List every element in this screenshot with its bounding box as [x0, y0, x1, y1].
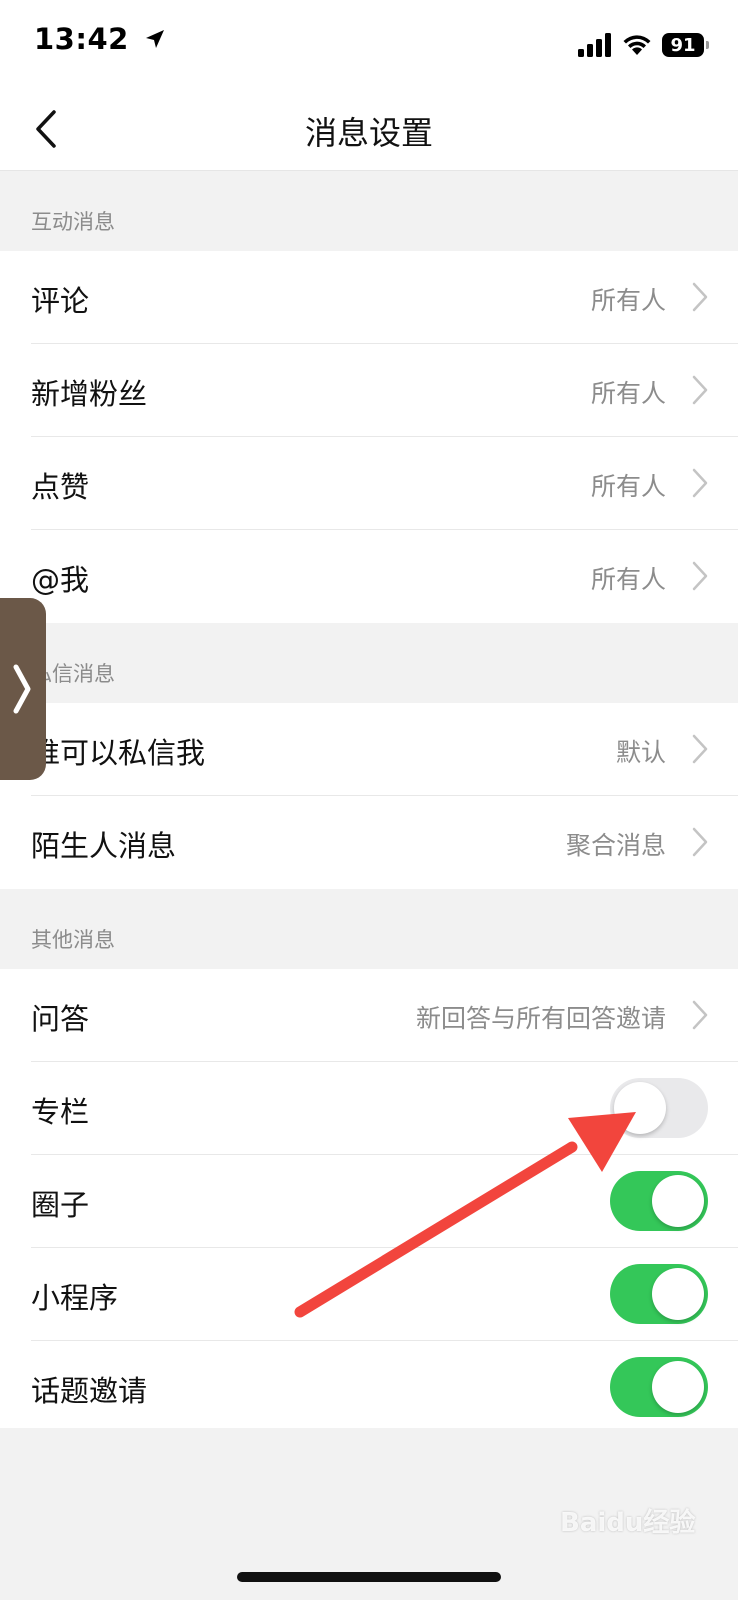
row-label: 陌生人消息 — [31, 829, 177, 863]
chevron-right-icon — [13, 664, 31, 714]
mini-program-toggle[interactable] — [610, 1264, 708, 1324]
row-mentions[interactable]: @我 所有人 — [0, 530, 738, 623]
row-value: 默认 — [615, 738, 666, 767]
toggle-knob — [652, 1361, 704, 1413]
row-label: 圈子 — [31, 1188, 90, 1222]
row-topic-invite: 话题邀请 — [0, 1341, 738, 1434]
section-title: 其他消息 — [31, 928, 115, 952]
chevron-right-icon — [692, 1000, 708, 1030]
toggle-knob — [652, 1268, 704, 1320]
row-value: 所有人 — [590, 286, 666, 315]
signal-icon — [578, 33, 611, 57]
status-icons: 91 — [578, 28, 709, 62]
row-label: @我 — [31, 563, 90, 597]
row-label: 话题邀请 — [31, 1374, 148, 1408]
row-circle: 圈子 — [0, 1155, 738, 1248]
chevron-right-icon — [692, 561, 708, 591]
row-comments[interactable]: 评论 所有人 — [0, 251, 738, 344]
group-interaction: 评论 所有人 新增粉丝 所有人 点赞 所有人 @我 所有人 — [0, 251, 738, 623]
row-likes[interactable]: 点赞 所有人 — [0, 437, 738, 530]
row-value: 所有人 — [590, 472, 666, 501]
row-label: 问答 — [31, 1002, 90, 1036]
row-label: 小程序 — [31, 1281, 119, 1315]
row-label: 点赞 — [31, 470, 90, 504]
page-title: 消息设置 — [304, 114, 433, 152]
row-value: 聚合消息 — [565, 831, 666, 860]
row-stranger-messages[interactable]: 陌生人消息 聚合消息 — [0, 796, 738, 889]
nav-bar: 消息设置 — [0, 88, 738, 171]
battery-level: 91 — [670, 34, 696, 56]
location-arrow-icon — [146, 30, 165, 48]
row-label: 谁可以私信我 — [31, 736, 206, 770]
battery-icon: 91 — [662, 33, 709, 57]
status-time-text: 13:42 — [34, 22, 129, 56]
row-column: 专栏 — [0, 1062, 738, 1155]
row-label: 评论 — [31, 284, 90, 318]
wifi-icon — [623, 35, 651, 55]
row-value: 所有人 — [590, 379, 666, 408]
status-time: 13:42 — [34, 22, 167, 56]
row-label: 专栏 — [31, 1095, 90, 1129]
topic-invite-toggle[interactable] — [610, 1357, 708, 1417]
row-qa[interactable]: 问答 新回答与所有回答邀请 — [0, 969, 738, 1062]
chevron-right-icon — [692, 375, 708, 405]
section-title: 互动消息 — [31, 210, 115, 234]
group-private: 谁可以私信我 默认 陌生人消息 聚合消息 — [0, 703, 738, 889]
row-mini-program: 小程序 — [0, 1248, 738, 1341]
circle-toggle[interactable] — [610, 1171, 708, 1231]
column-toggle[interactable] — [610, 1078, 708, 1138]
section-header-interaction: 互动消息 — [0, 171, 738, 251]
row-value: 新回答与所有回答邀请 — [415, 1004, 666, 1033]
group-other: 问答 新回答与所有回答邀请 专栏 圈子 小程序 话题邀请 — [0, 969, 738, 1434]
row-value: 所有人 — [590, 565, 666, 594]
section-header-other: 其他消息 — [0, 889, 738, 969]
toggle-knob — [652, 1175, 704, 1227]
row-label: 新增粉丝 — [31, 377, 148, 411]
chevron-right-icon — [692, 827, 708, 857]
section-header-private: 私信消息 — [0, 623, 738, 703]
home-indicator[interactable] — [237, 1572, 501, 1582]
chevron-right-icon — [692, 282, 708, 312]
chevron-right-icon — [692, 734, 708, 764]
status-bar: 13:42 91 — [0, 0, 738, 88]
baidu-watermark: Baidu经验 — [560, 1508, 696, 1538]
toggle-knob — [614, 1082, 666, 1134]
row-who-can-message[interactable]: 谁可以私信我 默认 — [0, 703, 738, 796]
side-drawer-handle[interactable] — [0, 598, 46, 780]
row-new-followers[interactable]: 新增粉丝 所有人 — [0, 344, 738, 437]
chevron-right-icon — [692, 468, 708, 498]
